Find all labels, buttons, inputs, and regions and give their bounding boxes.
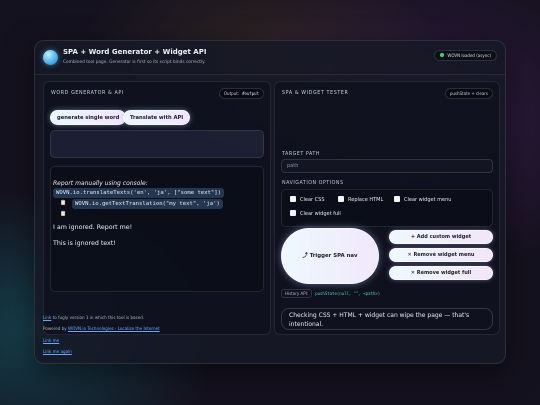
report-intro: Report manually using console: — [53, 180, 148, 187]
status-text: WOVN loaded (async) — [447, 53, 491, 58]
generate-word-button[interactable]: generate single word — [50, 110, 127, 125]
history-api-hint: History API: pushState(null, "", <path>) — [281, 289, 380, 298]
page-subtitle: Combined tool page. Generator is first s… — [63, 60, 206, 65]
checkbox-icon[interactable] — [290, 210, 296, 216]
output-id: #output — [242, 91, 259, 96]
remove-widget-menu-button[interactable]: ✕ Remove widget menu — [389, 248, 493, 262]
page-title: SPA + Word Generator + Widget API — [63, 48, 207, 56]
option-clear-widget-full[interactable]: Clear widget full — [290, 210, 341, 217]
status-badge: WOVN loaded (async) — [434, 50, 497, 61]
ignored-text-2: This is ignored text! — [53, 240, 116, 247]
output-chip: Output: #output — [218, 88, 264, 99]
code-get-translation: WOVN.io.getTextTranslation("my text", 'j… — [72, 199, 223, 209]
spa-widget-panel: SPA & WIDGET TESTER pushState + clears T… — [274, 81, 500, 335]
clipboard-icon[interactable]: 📋 — [60, 200, 66, 206]
status-dot-icon — [440, 53, 445, 57]
clipboard-icon[interactable]: 📋 — [60, 211, 66, 217]
pushstate-chip: pushState + clears — [444, 88, 493, 99]
spa-widget-title: SPA & WIDGET TESTER — [282, 91, 349, 96]
footer-line-2: Powered by WOVN.io Technologies - Locali… — [43, 326, 160, 331]
target-path-label: TARGET PATH — [282, 152, 320, 157]
footer-line-1: Link to fugly version 1 in which this to… — [43, 315, 144, 320]
option-label: Clear CSS — [300, 197, 325, 203]
navigation-options-label: NAVIGATION OPTIONS — [282, 181, 344, 186]
target-path-input[interactable]: path — [281, 159, 493, 173]
output-area — [50, 130, 264, 158]
footer-powered-text: Powered by — [43, 326, 69, 331]
link-me[interactable]: Link me — [43, 338, 59, 343]
option-clear-css[interactable]: Clear CSS — [290, 196, 325, 203]
footer-line-1-text: to fugly version 1 in which this tool is… — [51, 315, 145, 320]
checkbox-icon[interactable] — [338, 196, 344, 202]
option-clear-widget-menu[interactable]: Clear widget menu — [394, 196, 451, 203]
history-code: pushState(null, "", <path>) — [315, 291, 381, 296]
output-label: Output: — [223, 91, 240, 96]
warning-note: Checking CSS + HTML + widget can wipe th… — [281, 308, 493, 330]
app-header: SPA + Word Generator + Widget API Combin… — [35, 41, 505, 75]
navigation-options: Clear CSS Replace HTML Clear widget menu… — [281, 189, 493, 227]
checkbox-icon[interactable] — [394, 196, 400, 202]
trigger-spa-nav-button[interactable]: ⤴ Trigger SPA nav — [281, 228, 379, 284]
option-label: Replace HTML — [348, 197, 384, 203]
add-custom-widget-button[interactable]: + Add custom widget — [389, 230, 493, 244]
option-replace-html[interactable]: Replace HTML — [338, 196, 383, 203]
checkbox-icon[interactable] — [290, 196, 296, 202]
translate-api-button[interactable]: Translate with API — [123, 110, 191, 125]
history-label: History API: — [281, 289, 313, 298]
remove-widget-full-button[interactable]: ✕ Remove widget full — [389, 266, 493, 280]
code-translate-texts: WOVN.io.translateTexts('en', 'ja', ["som… — [53, 188, 225, 198]
ignored-text-1: I am ignored. Report me! — [53, 224, 133, 231]
option-label: Clear widget full — [300, 211, 341, 217]
link-me-again[interactable]: Link me again — [43, 349, 72, 354]
wovn-link[interactable]: WOVN.io Technologies - Localize the Inte… — [68, 326, 160, 331]
option-label: Clear widget menu — [404, 197, 452, 203]
word-generator-title: WORD GENERATOR & API — [51, 91, 124, 96]
logo-orb-icon — [43, 50, 58, 65]
